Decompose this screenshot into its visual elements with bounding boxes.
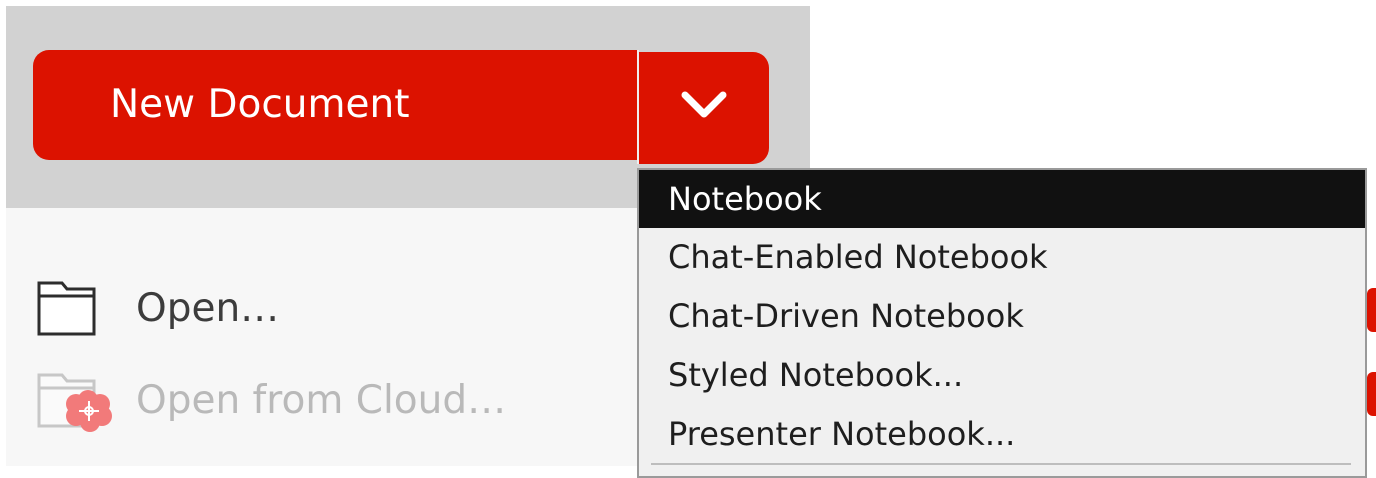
edge-button-partial[interactable] <box>1367 288 1376 332</box>
menu-item-styled-notebook[interactable]: Styled Notebook... <box>639 346 1365 404</box>
new-document-label: New Document <box>110 82 410 127</box>
chevron-down-icon <box>681 91 727 118</box>
menu-item-chat-enabled-notebook[interactable]: Chat-Enabled Notebook <box>639 228 1365 286</box>
menu-item-notebook[interactable]: Notebook <box>639 170 1365 228</box>
new-document-dropdown-menu: Notebook Chat-Enabled Notebook Chat-Driv… <box>637 168 1367 478</box>
open-from-cloud-menu-item: Open from Cloud… <box>36 370 507 432</box>
new-document-button[interactable]: New Document <box>33 50 637 160</box>
menu-separator <box>651 463 1351 465</box>
menu-item-presenter-notebook[interactable]: Presenter Notebook... <box>639 405 1365 463</box>
cloud-folder-icon <box>36 370 112 432</box>
edge-button-partial[interactable] <box>1367 372 1376 416</box>
open-menu-item[interactable]: Open… <box>36 278 279 338</box>
open-from-cloud-label: Open from Cloud… <box>136 377 507 423</box>
open-menu-label: Open… <box>136 285 280 331</box>
new-document-dropdown-button[interactable] <box>639 52 769 164</box>
folder-icon <box>36 278 100 338</box>
menu-item-chat-driven-notebook[interactable]: Chat-Driven Notebook <box>639 287 1365 345</box>
